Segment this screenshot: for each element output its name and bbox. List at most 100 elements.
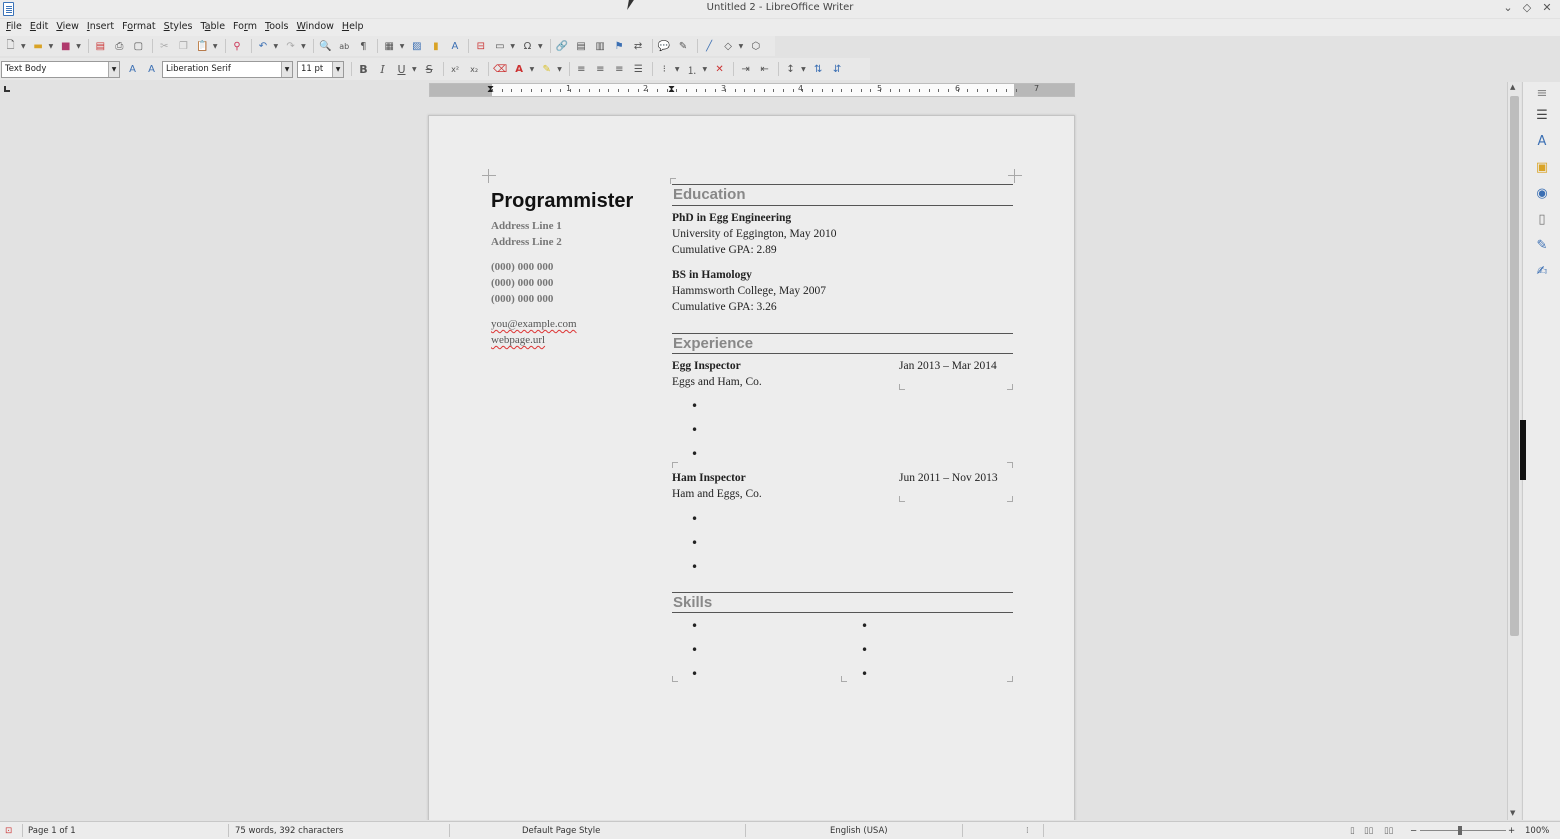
list-bullet[interactable]: • [691,512,698,526]
redo-dropdown-icon[interactable]: ▼ [301,43,306,50]
chevron-down-icon[interactable]: ▼ [281,61,292,77]
education-heading[interactable]: Education [673,186,746,203]
insert-image-icon[interactable]: ▨ [408,38,425,54]
paste-dropdown-icon[interactable]: ▼ [213,43,218,50]
experience-heading[interactable]: Experience [673,335,753,352]
insert-mode-icon[interactable]: ⁞ [1026,826,1029,836]
list-bullet[interactable]: • [691,536,698,550]
list-bullet[interactable]: • [861,667,868,681]
minimize-icon[interactable]: ⌄ [1501,1,1515,14]
scrollbar-thumb[interactable] [1510,96,1519,636]
line-spacing-icon[interactable]: ↕ [782,61,799,77]
table-dropdown-icon[interactable]: ▼ [400,43,405,50]
find-replace-icon[interactable]: 🔍 [317,38,334,54]
footnote-icon[interactable]: ▤ [573,38,590,54]
align-right-icon[interactable]: ≡ [611,61,628,77]
sidebar-menu-icon[interactable]: ≡ [1534,86,1550,102]
highlight-color-icon[interactable]: ✎ [538,61,555,77]
chevron-down-icon[interactable]: ▼ [108,61,119,77]
clone-formatting-icon[interactable]: ⚲ [229,38,246,54]
menu-item[interactable]: Styles [160,19,197,36]
undo-icon[interactable]: ↶ [255,38,272,54]
page-number-status[interactable]: Page 1 of 1 [28,826,76,836]
zoom-out-icon[interactable]: − [1410,826,1417,836]
align-left-icon[interactable]: ≡ [573,61,590,77]
shapes-dropdown-icon[interactable]: ▼ [739,43,744,50]
style-inspector-icon[interactable]: ✎ [1534,238,1550,254]
multi-page-view-icon[interactable]: ▯▯ [1364,826,1373,836]
address-line-2[interactable]: Address Line 2 [491,236,562,248]
zoom-in-icon[interactable]: + [1508,826,1515,836]
menu-item[interactable]: Table [196,19,229,36]
resume-name[interactable]: Programmister [491,190,633,213]
list-bullet[interactable]: • [691,560,698,574]
strikethrough-icon[interactable]: S [421,61,438,77]
paragraph-style-combo[interactable]: Text Body ▼ [1,60,120,78]
list-bullet[interactable]: • [691,447,698,461]
new-document-icon[interactable]: 🗋 [2,38,19,54]
insert-table-icon[interactable]: ▦ [381,38,398,54]
document-area[interactable]: Programmister Address Line 1 Address Lin… [0,98,1506,820]
job-title-1[interactable]: Egg Inspector [672,360,741,372]
insert-chart-icon[interactable]: ▮ [427,38,444,54]
list-bullet[interactable]: • [691,619,698,633]
scroll-down-icon[interactable]: ▼ [1510,809,1515,817]
menu-item[interactable]: View [52,19,83,36]
font-size-combo[interactable]: 11 pt ▼ [297,60,344,78]
field-dropdown-icon[interactable]: ▼ [510,43,515,50]
email-address[interactable]: you@example.com [491,318,577,330]
align-center-icon[interactable]: ≡ [592,61,609,77]
webpage-url[interactable]: webpage.url [491,334,545,346]
cut-icon[interactable]: ✂ [156,38,173,54]
list-bullet[interactable]: • [691,643,698,657]
page-break-icon[interactable]: ⊟ [472,38,489,54]
scroll-up-icon[interactable]: ▲ [1510,83,1515,91]
undo-dropdown-icon[interactable]: ▼ [274,43,279,50]
job-title-2[interactable]: Ham Inspector [672,472,746,484]
job-company-2[interactable]: Ham and Eggs, Co. [672,488,762,500]
track-changes-icon[interactable]: ✎ [675,38,692,54]
list-bullet[interactable]: • [691,423,698,437]
properties-icon[interactable]: ☰ [1534,108,1550,124]
draw-functions-icon[interactable]: ⬡ [747,38,764,54]
right-indent-marker[interactable]: ⧗ [668,84,675,96]
education-gpa-1[interactable]: Cumulative GPA: 2.89 [672,244,777,256]
new-style-icon[interactable]: A [143,61,160,77]
phone-3[interactable]: (000) 000 000 [491,293,553,305]
navigator-icon[interactable]: ◉ [1534,186,1550,202]
print-preview-icon[interactable]: ▢ [130,38,147,54]
styles-icon[interactable]: A [1534,134,1550,150]
endnote-icon[interactable]: ▥ [592,38,609,54]
maximize-icon[interactable]: ◇ [1520,1,1534,14]
line-spacing-dropdown-icon[interactable]: ▼ [801,66,806,73]
menu-item[interactable]: Insert [83,19,118,36]
education-degree-1[interactable]: PhD in Egg Engineering [672,212,791,224]
menu-item[interactable]: Form [229,19,261,36]
increase-indent-icon[interactable]: ⇥ [737,61,754,77]
insert-field-icon[interactable]: ▭ [491,38,508,54]
chevron-down-icon[interactable]: ▼ [332,61,343,77]
job-dates-1[interactable]: Jan 2013 – Mar 2014 [899,360,997,372]
menu-item[interactable]: File [2,19,26,36]
basic-shapes-icon[interactable]: ◇ [720,38,737,54]
cross-reference-icon[interactable]: ⇄ [630,38,647,54]
formatting-marks-icon[interactable]: ¶ [355,38,372,54]
insert-textbox-icon[interactable]: A [446,38,463,54]
ordered-list-icon[interactable]: ⒈ [684,61,701,77]
update-style-icon[interactable]: A [124,61,141,77]
unordered-list-dropdown-icon[interactable]: ▼ [675,66,680,73]
print-icon[interactable]: ⎙ [111,38,128,54]
justify-icon[interactable]: ☰ [630,61,647,77]
menu-item[interactable]: Format [118,19,160,36]
job-company-1[interactable]: Eggs and Ham, Co. [672,376,762,388]
book-view-icon[interactable]: ▯▯ [1384,826,1393,836]
manage-changes-icon[interactable]: ✍ [1534,264,1550,280]
menu-item[interactable]: Tools [261,19,292,36]
no-list-icon[interactable]: ✕ [711,61,728,77]
new-dropdown-icon[interactable]: ▼ [21,43,26,50]
underline-icon[interactable]: U [393,61,410,77]
font-color-icon[interactable]: A [511,61,528,77]
open-folder-icon[interactable]: ▬ [30,38,47,54]
ordered-list-dropdown-icon[interactable]: ▼ [703,66,708,73]
education-degree-2[interactable]: BS in Hamology [672,269,752,281]
